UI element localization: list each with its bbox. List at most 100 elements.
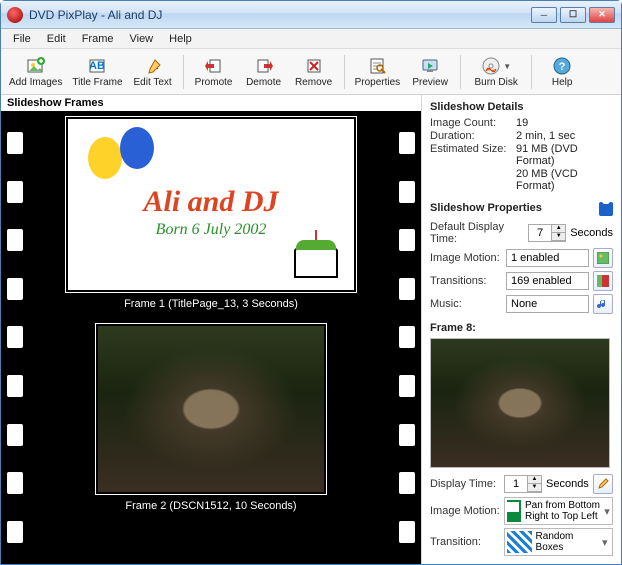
title-frame-button[interactable]: AB Title Frame: [68, 51, 126, 93]
edit-text-icon: A: [143, 56, 163, 76]
spin-up[interactable]: ▲: [527, 476, 541, 484]
sprocket-holes-left: [1, 111, 29, 564]
est-size-label: Estimated Size:: [430, 143, 516, 167]
demote-label: Demote: [246, 77, 281, 88]
display-time-label: Display Time:: [430, 478, 500, 490]
spin-up[interactable]: ▲: [551, 225, 565, 233]
preview-button[interactable]: Preview: [406, 51, 454, 93]
image-motion-label: Image Motion:: [430, 252, 502, 264]
filmstrip[interactable]: Ali and DJ Born 6 July 2002 Frame 1 (Tit…: [1, 111, 421, 564]
edit-text-label: Edit Text: [133, 77, 171, 88]
frame-image-motion-select[interactable]: Pan from Bottom Right to Top Left ▾: [504, 497, 613, 525]
promote-label: Promote: [195, 77, 233, 88]
demote-button[interactable]: Demote: [240, 51, 288, 93]
collapse-icon[interactable]: [599, 202, 613, 216]
edit-text-button[interactable]: A Edit Text: [129, 51, 177, 93]
menu-frame[interactable]: Frame: [74, 31, 122, 47]
image-count-value: 19: [516, 117, 613, 129]
dropdown-arrow-icon: ▼: [503, 62, 511, 71]
remove-label: Remove: [295, 77, 332, 88]
toolbar: Add Images AB Title Frame A Edit Text Pr…: [1, 49, 621, 95]
menu-edit[interactable]: Edit: [39, 31, 74, 47]
image-motion-value: 1 enabled: [506, 249, 589, 267]
properties-button[interactable]: Properties: [351, 51, 405, 93]
transition-icon: [597, 275, 609, 287]
dropdown-arrow-icon: ▾: [599, 536, 610, 549]
sprocket-holes-right: [393, 111, 421, 564]
slideshow-frames-header: Slideshow Frames: [1, 95, 421, 111]
app-icon: [7, 7, 23, 23]
pencil-icon: [597, 478, 609, 490]
slide1-title: Ali and DJ: [68, 185, 354, 219]
frame-1-caption: Frame 1 (TitlePage_13, 3 Seconds): [39, 298, 383, 310]
svg-text:?: ?: [559, 61, 566, 73]
frame-image-motion-label: Image Motion:: [430, 505, 500, 517]
promote-icon: [204, 56, 224, 76]
est-size-value: 91 MB (DVD Format): [516, 143, 613, 167]
dropdown-arrow-icon: ▾: [604, 505, 610, 518]
toolbar-separator: [531, 55, 532, 89]
burn-disk-button[interactable]: ▼ Burn Disk: [467, 51, 525, 93]
est-size-value-2: 20 MB (VCD Format): [516, 168, 613, 192]
duration-value: 2 min, 1 sec: [516, 130, 613, 142]
transitions-settings-button[interactable]: [593, 271, 613, 291]
spin-down[interactable]: ▼: [551, 233, 565, 241]
duration-label: Duration:: [430, 130, 516, 142]
demote-icon: [254, 56, 274, 76]
burn-disk-icon: [481, 56, 501, 76]
image-motion-settings-button[interactable]: [593, 248, 613, 268]
menubar: File Edit Frame View Help: [1, 29, 621, 49]
display-time-edit-button[interactable]: [593, 474, 613, 494]
help-label: Help: [552, 77, 573, 88]
preview-label: Preview: [412, 77, 448, 88]
minimize-button[interactable]: ─: [531, 7, 557, 23]
balloon-yellow-icon: [88, 137, 122, 179]
properties-label: Properties: [355, 77, 401, 88]
music-settings-button[interactable]: [593, 294, 613, 314]
spin-down[interactable]: ▼: [527, 484, 541, 492]
frame-transition-value: Random Boxes: [536, 531, 596, 553]
default-display-time-label: Default Display Time:: [430, 221, 524, 245]
add-images-button[interactable]: Add Images: [5, 51, 66, 93]
slide1-subtitle: Born 6 July 2002: [68, 221, 354, 239]
frame-1[interactable]: Ali and DJ Born 6 July 2002 Frame 1 (Tit…: [39, 117, 383, 310]
default-display-time-input[interactable]: ▲▼: [528, 224, 566, 242]
frame-preview-image: [430, 338, 610, 468]
frame-2[interactable]: Frame 2 (DSCN1512, 10 Seconds): [39, 324, 383, 512]
seconds-label: Seconds: [546, 478, 589, 490]
svg-text:AB: AB: [90, 60, 106, 72]
transitions-label: Transitions:: [430, 275, 502, 287]
pan-motion-icon: [507, 500, 521, 522]
toolbar-separator: [344, 55, 345, 89]
promote-button[interactable]: Promote: [190, 51, 238, 93]
remove-icon: [304, 56, 324, 76]
burn-disk-label: Burn Disk: [474, 77, 517, 88]
properties-icon: [367, 56, 387, 76]
menu-view[interactable]: View: [121, 31, 161, 47]
titlebar: DVD PixPlay - Ali and DJ ─ ☐ ✕: [1, 1, 621, 29]
help-icon: ?: [552, 56, 572, 76]
frame-transition-label: Transition:: [430, 536, 500, 548]
slide-photo: [96, 324, 326, 494]
right-panel: Slideshow Details Image Count:19 Duratio…: [421, 95, 621, 564]
menu-file[interactable]: File: [5, 31, 39, 47]
display-time-input[interactable]: ▲▼: [504, 475, 542, 493]
close-button[interactable]: ✕: [589, 7, 615, 23]
slideshow-properties-header: Slideshow Properties: [430, 202, 542, 214]
music-label: Music:: [430, 298, 502, 310]
seconds-label: Seconds: [570, 227, 613, 239]
music-icon: [597, 298, 609, 310]
frame-2-caption: Frame 2 (DSCN1512, 10 Seconds): [39, 500, 383, 512]
maximize-button[interactable]: ☐: [560, 7, 586, 23]
frame-8-header: Frame 8:: [430, 322, 613, 334]
slideshow-details-header: Slideshow Details: [430, 101, 613, 113]
window-title: DVD PixPlay - Ali and DJ: [29, 8, 531, 22]
frame-transition-select[interactable]: Random Boxes ▾: [504, 528, 613, 556]
title-frame-icon: AB: [87, 56, 107, 76]
add-images-label: Add Images: [9, 77, 62, 88]
menu-help[interactable]: Help: [161, 31, 200, 47]
balloon-blue-icon: [120, 127, 154, 169]
help-button[interactable]: ? Help: [538, 51, 586, 93]
remove-button[interactable]: Remove: [290, 51, 338, 93]
toolbar-separator: [183, 55, 184, 89]
